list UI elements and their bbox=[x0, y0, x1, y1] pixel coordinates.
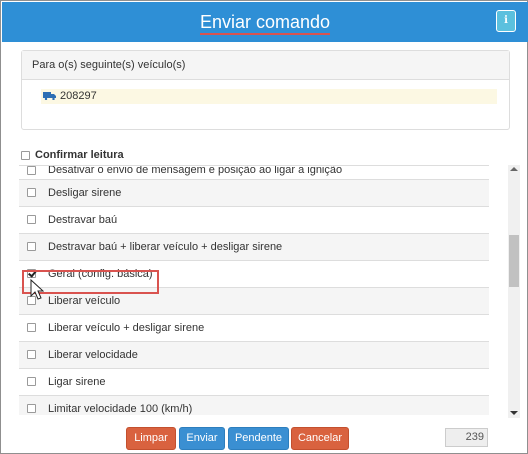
mouse-cursor-icon bbox=[30, 279, 44, 300]
command-checkbox[interactable] bbox=[27, 350, 36, 359]
vehicle-item: 208297 bbox=[41, 89, 497, 104]
confirm-read-checkbox[interactable] bbox=[21, 151, 30, 160]
command-row[interactable]: Desligar sirene bbox=[19, 180, 489, 207]
pending-button[interactable]: Pendente bbox=[228, 427, 289, 450]
command-label[interactable]: Limitar velocidade 100 (km/h) bbox=[48, 403, 192, 415]
scrollbar-thumb[interactable] bbox=[509, 235, 519, 287]
confirm-read-label[interactable]: Confirmar leitura bbox=[35, 149, 124, 161]
command-row[interactable]: Desativar o envio de mensagem e posição … bbox=[19, 166, 489, 180]
clear-button[interactable]: Limpar bbox=[126, 427, 176, 450]
command-row[interactable]: Limitar velocidade 100 (km/h) bbox=[19, 396, 489, 415]
command-checkbox[interactable] bbox=[27, 377, 36, 386]
command-label[interactable]: Destravar baú + liberar veículo + deslig… bbox=[48, 241, 282, 253]
command-label[interactable]: Desativar o envio de mensagem e posição … bbox=[48, 166, 342, 176]
command-label[interactable]: Liberar veículo bbox=[48, 295, 120, 307]
command-checkbox[interactable] bbox=[27, 188, 36, 197]
vehicle-panel-heading: Para o(s) seguinte(s) veículo(s) bbox=[22, 51, 509, 80]
dialog-footer: Limpar Enviar Pendente Cancelar 239 bbox=[2, 420, 528, 454]
cancel-button[interactable]: Cancelar bbox=[291, 427, 349, 450]
truck-icon bbox=[43, 92, 56, 100]
command-checkbox[interactable] bbox=[27, 215, 36, 224]
command-checkbox[interactable] bbox=[27, 166, 36, 175]
command-label[interactable]: Desligar sirene bbox=[48, 187, 121, 199]
command-label[interactable]: Destravar baú bbox=[48, 214, 117, 226]
send-command-dialog: Enviar comando i Para o(s) seguinte(s) v… bbox=[0, 0, 528, 454]
scroll-down-icon[interactable] bbox=[510, 411, 518, 415]
command-row[interactable]: Liberar velocidade bbox=[19, 342, 489, 369]
command-label[interactable]: Liberar velocidade bbox=[48, 349, 138, 361]
command-label[interactable]: Liberar veículo + desligar sirene bbox=[48, 322, 204, 334]
command-list-scrollbar[interactable] bbox=[508, 165, 520, 418]
command-checkbox[interactable] bbox=[27, 323, 36, 332]
character-counter: 239 bbox=[445, 428, 488, 447]
vehicle-panel: Para o(s) seguinte(s) veículo(s) 208297 bbox=[21, 50, 510, 130]
vehicle-id: 208297 bbox=[60, 90, 97, 102]
command-row[interactable]: Destravar baú + liberar veículo + deslig… bbox=[19, 234, 489, 261]
command-row[interactable]: Liberar veículo + desligar sirene bbox=[19, 315, 489, 342]
command-checkbox[interactable] bbox=[27, 404, 36, 413]
command-label[interactable]: Ligar sirene bbox=[48, 376, 105, 388]
dialog-header: Enviar comando i bbox=[2, 2, 528, 42]
command-row[interactable]: Destravar baú bbox=[19, 207, 489, 234]
command-row[interactable]: Ligar sirene bbox=[19, 369, 489, 396]
scroll-up-icon[interactable] bbox=[510, 167, 518, 171]
command-checkbox[interactable] bbox=[27, 242, 36, 251]
dialog-title: Enviar comando bbox=[2, 12, 528, 35]
info-icon[interactable]: i bbox=[496, 10, 516, 32]
send-button[interactable]: Enviar bbox=[179, 427, 225, 450]
